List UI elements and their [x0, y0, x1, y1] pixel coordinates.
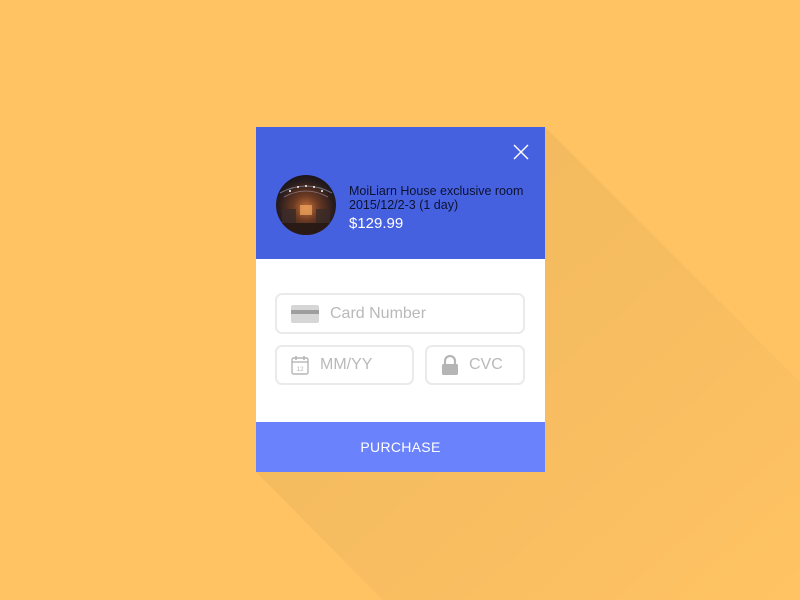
cvc-input[interactable]	[469, 356, 523, 374]
room-photo-icon	[276, 175, 336, 235]
calendar-icon: 12	[291, 355, 309, 375]
credit-card-icon	[291, 304, 319, 323]
item-name: MoiLiarn House exclusive room	[349, 184, 524, 198]
calendar-day-label: 12	[296, 366, 304, 373]
item-dates: 2015/12/2-3 (1 day)	[349, 198, 459, 212]
checkout-card: MoiLiarn House exclusive room 2015/12/2-…	[256, 127, 545, 472]
item-title: MoiLiarn House exclusive room 2015/12/2-…	[349, 184, 539, 212]
purchase-button[interactable]: PURCHASE	[256, 422, 545, 472]
item-price: $129.99	[349, 215, 404, 232]
cvc-field[interactable]	[425, 345, 525, 385]
close-icon	[513, 144, 529, 160]
close-button[interactable]	[512, 143, 530, 161]
card-number-field[interactable]	[275, 293, 525, 334]
room-thumbnail	[276, 175, 336, 235]
expiry-field[interactable]: 12	[275, 345, 414, 385]
checkout-header: MoiLiarn House exclusive room 2015/12/2-…	[256, 127, 545, 259]
expiry-input[interactable]	[320, 356, 412, 374]
lock-icon	[441, 355, 459, 375]
card-number-input[interactable]	[330, 304, 523, 323]
